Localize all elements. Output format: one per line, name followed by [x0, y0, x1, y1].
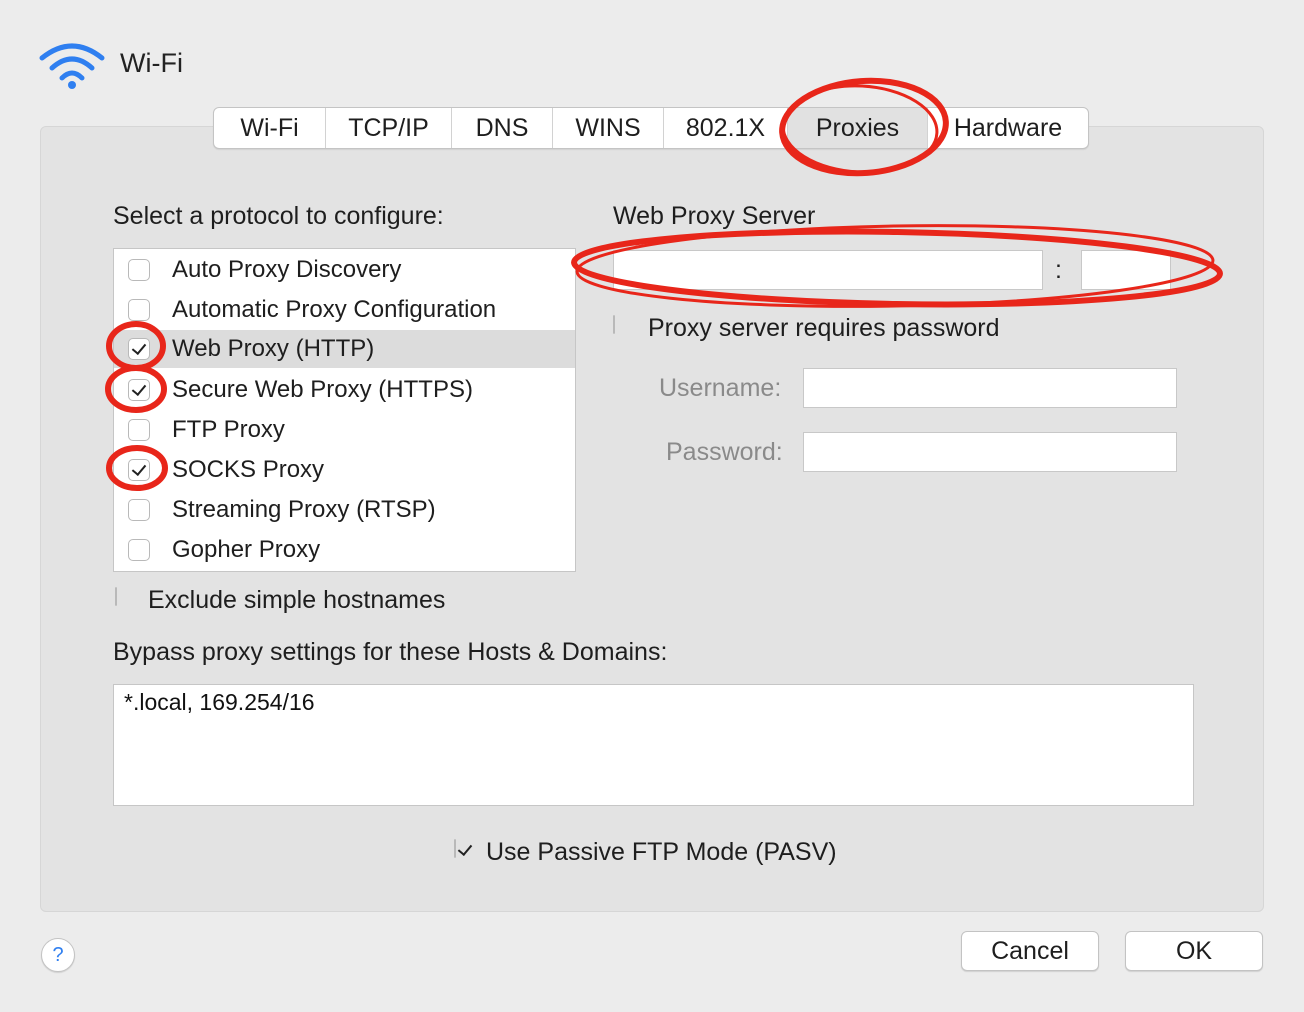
- tab-wifi[interactable]: Wi-Fi: [214, 108, 326, 148]
- bypass-textarea[interactable]: *.local, 169.254/16: [113, 684, 1194, 806]
- tab-bar: Wi-Fi TCP/IP DNS WINS 802.1X Proxies Har…: [213, 107, 1089, 149]
- wifi-icon: [39, 43, 105, 89]
- protocol-item-auto-discovery[interactable]: Auto Proxy Discovery: [114, 251, 575, 289]
- protocol-item-secure-web-proxy[interactable]: Secure Web Proxy (HTTPS): [114, 371, 575, 409]
- protocol-label: Web Proxy (HTTP): [172, 335, 375, 362]
- checkbox[interactable]: [128, 459, 150, 481]
- cancel-button[interactable]: Cancel: [961, 931, 1099, 971]
- tab-hardware[interactable]: Hardware: [928, 108, 1088, 148]
- passive-ftp-checkbox[interactable]: [454, 839, 456, 858]
- proxy-host-input[interactable]: [613, 250, 1043, 290]
- protocol-label: Auto Proxy Discovery: [172, 256, 402, 283]
- protocol-item-streaming-proxy[interactable]: Streaming Proxy (RTSP): [114, 491, 575, 529]
- protocol-heading: Select a protocol to configure:: [113, 202, 444, 230]
- password-label: Password:: [666, 438, 783, 466]
- protocol-label: SOCKS Proxy: [172, 456, 325, 483]
- protocol-label: Automatic Proxy Configuration: [172, 296, 497, 323]
- username-label: Username:: [659, 374, 782, 402]
- checkbox[interactable]: [128, 539, 150, 561]
- protocol-label: Secure Web Proxy (HTTPS): [172, 376, 473, 403]
- tab-dns[interactable]: DNS: [452, 108, 553, 148]
- protocol-item-socks-proxy[interactable]: SOCKS Proxy: [114, 451, 575, 489]
- protocol-label: FTP Proxy: [172, 416, 285, 443]
- window-title: Wi-Fi: [120, 48, 183, 78]
- tab-proxies[interactable]: Proxies: [788, 108, 928, 148]
- passive-ftp-label: Use Passive FTP Mode (PASV): [486, 838, 837, 866]
- proxy-port-input[interactable]: [1081, 250, 1171, 290]
- protocol-item-gopher-proxy[interactable]: Gopher Proxy: [114, 531, 575, 569]
- protocol-item-web-proxy[interactable]: Web Proxy (HTTP): [114, 330, 575, 368]
- proxy-server-heading: Web Proxy Server: [613, 202, 816, 230]
- tab-tcpip[interactable]: TCP/IP: [326, 108, 452, 148]
- checkbox[interactable]: [128, 499, 150, 521]
- exclude-simple-checkbox[interactable]: [115, 587, 117, 606]
- ok-button[interactable]: OK: [1125, 931, 1263, 971]
- requires-password-checkbox[interactable]: [613, 315, 615, 334]
- exclude-simple-label: Exclude simple hostnames: [148, 586, 446, 614]
- password-input[interactable]: [803, 432, 1177, 472]
- help-button[interactable]: ?: [41, 938, 75, 972]
- checkbox[interactable]: [128, 299, 150, 321]
- tab-8021x[interactable]: 802.1X: [664, 108, 788, 148]
- checkbox[interactable]: [128, 259, 150, 281]
- checkbox[interactable]: [128, 379, 150, 401]
- checkbox[interactable]: [128, 338, 150, 360]
- protocol-label: Streaming Proxy (RTSP): [172, 496, 436, 523]
- checkbox[interactable]: [128, 419, 150, 441]
- tab-wins[interactable]: WINS: [553, 108, 664, 148]
- protocol-label: Gopher Proxy: [172, 536, 321, 563]
- protocol-item-auto-config[interactable]: Automatic Proxy Configuration: [114, 291, 575, 329]
- port-separator: :: [1055, 256, 1062, 284]
- bypass-label: Bypass proxy settings for these Hosts & …: [113, 638, 668, 666]
- protocol-item-ftp-proxy[interactable]: FTP Proxy: [114, 411, 575, 449]
- requires-password-label: Proxy server requires password: [648, 314, 1000, 342]
- protocol-list[interactable]: Auto Proxy Discovery Automatic Proxy Con…: [113, 248, 576, 572]
- username-input[interactable]: [803, 368, 1177, 408]
